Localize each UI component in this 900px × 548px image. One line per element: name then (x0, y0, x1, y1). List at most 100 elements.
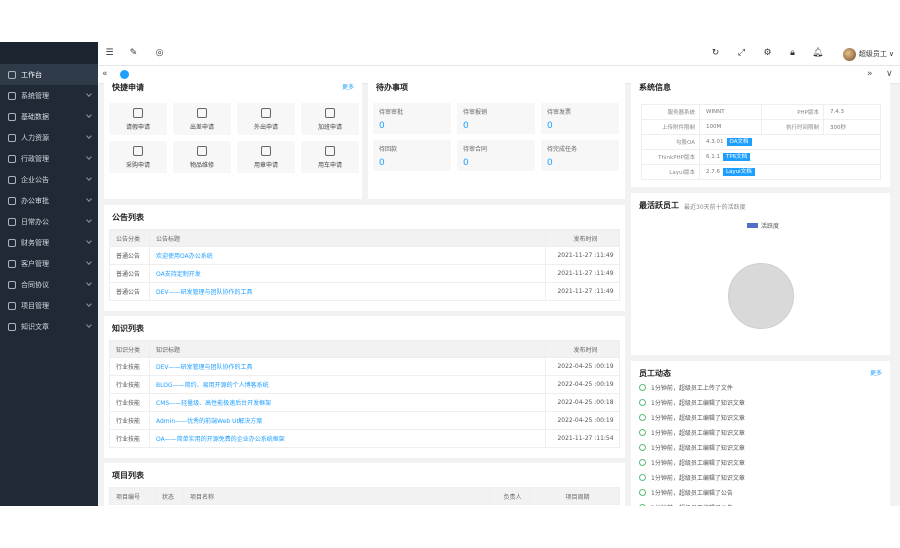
todo-tile[interactable]: 待回款 0 (373, 140, 451, 171)
sidebar-item[interactable]: 合同协议 (0, 274, 98, 295)
sidebar-item[interactable]: 系统管理 (0, 85, 98, 106)
todo-tile[interactable]: 待审报销 0 (457, 103, 535, 134)
sidebar-item-label: 行政管理 (21, 154, 49, 163)
column-header: 项目名称 (183, 487, 490, 505)
activity-text: 2分钟前，超级员工编辑了公告 (651, 503, 733, 506)
activity-text: 1分钟前，超级员工上传了文件 (651, 385, 733, 392)
sidebar-item[interactable]: 知识文章 (0, 316, 98, 337)
quick-apply-tile[interactable]: 物品维修 (173, 141, 231, 173)
broom-icon[interactable]: ✎ (128, 48, 139, 59)
menu-item-icon (8, 133, 16, 142)
sidebar-item[interactable]: 客户管理 (0, 253, 98, 274)
todo-label: 待审审批 (379, 109, 404, 116)
chevron-down-icon (86, 217, 92, 223)
quick-apply-tile[interactable]: 用车申请 (301, 141, 359, 173)
user-name: 超级员工 (858, 50, 887, 58)
quick-apply-tile[interactable]: 请假申请 (109, 103, 167, 135)
title-link[interactable]: OA——简单实用的开源免费的企业办公系统框架 (149, 429, 546, 448)
refresh-icon[interactable]: ↻ (710, 48, 721, 59)
settings-icon[interactable]: ⚙ (762, 48, 773, 59)
doc-badge[interactable]: TP6文档 (723, 153, 751, 161)
more-link[interactable]: 更多 (870, 368, 882, 377)
tab-prev-icon[interactable]: « (102, 69, 108, 79)
project-table: 项目编号 状态 项目名称 负责人 项目周期 (109, 487, 620, 505)
globe-icon[interactable]: ◎ (154, 48, 165, 59)
title-link[interactable]: DEV——研发管理与团队协作的工具 (149, 282, 546, 301)
bell-icon[interactable]: 🔔︎ (812, 48, 823, 59)
user-menu[interactable]: 超级员工 ∨ (842, 46, 894, 62)
title-link[interactable]: DEV——研发管理与团队协作的工具 (149, 357, 546, 376)
column-header: 知识分类 (109, 340, 150, 358)
chart-legend[interactable]: 活跃度 (747, 221, 779, 230)
todo-tile[interactable]: 待审发票 0 (541, 103, 619, 134)
tab-next-icon[interactable]: » (867, 69, 873, 79)
table-cell: 2021-11-27 :11:54 (545, 429, 620, 448)
sidebar-item[interactable]: 行政管理 (0, 148, 98, 169)
table-row[interactable]: 行业技能 OA——简单实用的开源免费的企业办公系统框架 2021-11-27 :11… (109, 429, 620, 448)
tab-menu-icon[interactable]: ∨ (886, 69, 893, 79)
title-link[interactable]: BLOG——简约、易用开源的个人博客系统 (149, 375, 546, 394)
fullscreen-icon[interactable]: ⤢ (736, 48, 747, 59)
sidebar-item-label: 项目管理 (21, 301, 49, 310)
sidebar-item[interactable]: 人力资源 (0, 127, 98, 148)
project-card: 项目列表 项目编号 状态 项目名称 负责人 项目周期 (104, 463, 625, 506)
table-row[interactable]: 普通公告 DEV——研发管理与团队协作的工具 2021-11-27 :11:49 (109, 282, 620, 301)
todo-tile[interactable]: 待审合同 0 (457, 140, 535, 171)
chevron-down-icon: ∨ (888, 50, 894, 58)
sidebar-item[interactable]: 办公审批 (0, 190, 98, 211)
table-row[interactable]: 行业技能 CMS——轻量级、高性能极速后台开发框架 2022-04-25 :00:1… (109, 393, 620, 412)
info-row: ThinkPHP版本 6.1.1 TP6文档 (641, 149, 881, 165)
sidebar-item-label: 办公审批 (21, 196, 49, 205)
apply-icon (133, 108, 143, 118)
timeline-dot-icon (639, 444, 646, 451)
todo-tile[interactable]: 待审审批 0 (373, 103, 451, 134)
chevron-down-icon (86, 238, 92, 244)
table-row[interactable]: 行业技能 BLOG——简约、易用开源的个人博客系统 2022-04-25 :00:1… (109, 375, 620, 394)
todo-tile[interactable]: 待完成任务 0 (541, 140, 619, 171)
more-link[interactable]: 更多 (342, 82, 354, 91)
table-cell: 行业技能 (109, 429, 150, 448)
info-key: ThinkPHP版本 (641, 149, 700, 165)
quick-apply-tile[interactable]: 用章申请 (237, 141, 295, 173)
apply-icon (261, 108, 271, 118)
column-header: 公告分类 (109, 229, 150, 247)
card-title: 快捷申请 (112, 83, 144, 92)
menu-icon[interactable]: ☰ (104, 48, 115, 59)
card-title: 知识列表 (112, 324, 144, 333)
card-title: 最活跃员工 (639, 201, 679, 210)
table-row[interactable]: 普通公告 欢迎使用OA办公系统 2021-11-27 :11:49 (109, 246, 620, 265)
title-link[interactable]: CMS——轻量级、高性能极速后台开发框架 (149, 393, 546, 412)
todo-card: 待办事项 待审审批 0 待审报销 0 待审发票 0 待回款 0 待审合同 0 待完成任务 0 (368, 82, 625, 199)
sidebar-item-label: 客户管理 (21, 259, 49, 268)
lock-icon[interactable]: 🔒︎ (787, 48, 798, 59)
quick-apply-tile[interactable]: 采购申请 (109, 141, 167, 173)
title-link[interactable]: OA支持定制开发 (149, 264, 546, 283)
quick-apply-tile[interactable]: 外出申请 (237, 103, 295, 135)
table-cell: 普通公告 (109, 246, 150, 265)
table-cell: 普通公告 (109, 264, 150, 283)
info-key: 勾股OA (641, 134, 700, 150)
sidebar-item[interactable]: 财务管理 (0, 232, 98, 253)
table-row[interactable]: 行业技能 DEV——研发管理与团队协作的工具 2022-04-25 :00:19 (109, 357, 620, 376)
quick-apply-tile[interactable]: 出差申请 (173, 103, 231, 135)
sidebar-item[interactable]: 工作台 (0, 64, 98, 85)
title-link[interactable]: Admin——优秀的前端Web UI解决方案 (149, 411, 546, 430)
menu-item-icon (8, 112, 16, 121)
table-row[interactable]: 行业技能 Admin——优秀的前端Web UI解决方案 2022-04-25 :00… (109, 411, 620, 430)
sidebar-item-label: 知识文章 (21, 322, 49, 331)
table-cell: 2022-04-25 :00:19 (545, 375, 620, 394)
notice-table: 公告分类 公告标题 发布时间 普通公告 欢迎使用OA办公系统 2021-11-27 :1… (109, 229, 620, 301)
sidebar-item[interactable]: 基础数据 (0, 106, 98, 127)
doc-badge[interactable]: Layui文档 (723, 168, 755, 176)
table-row[interactable]: 普通公告 OA支持定制开发 2021-11-27 :11:49 (109, 264, 620, 283)
menu-item-icon (8, 175, 16, 184)
sidebar-item[interactable]: 日常办公 (0, 211, 98, 232)
timeline-dot-icon (639, 384, 646, 391)
title-link[interactable]: 欢迎使用OA办公系统 (149, 246, 546, 265)
sidebar-item[interactable]: 企业公告 (0, 169, 98, 190)
sidebar-item[interactable]: 项目管理 (0, 295, 98, 316)
legend-swatch (747, 223, 758, 228)
doc-badge[interactable]: OA文档 (726, 138, 752, 146)
todo-count: 0 (547, 121, 553, 131)
quick-apply-tile[interactable]: 加班申请 (301, 103, 359, 135)
